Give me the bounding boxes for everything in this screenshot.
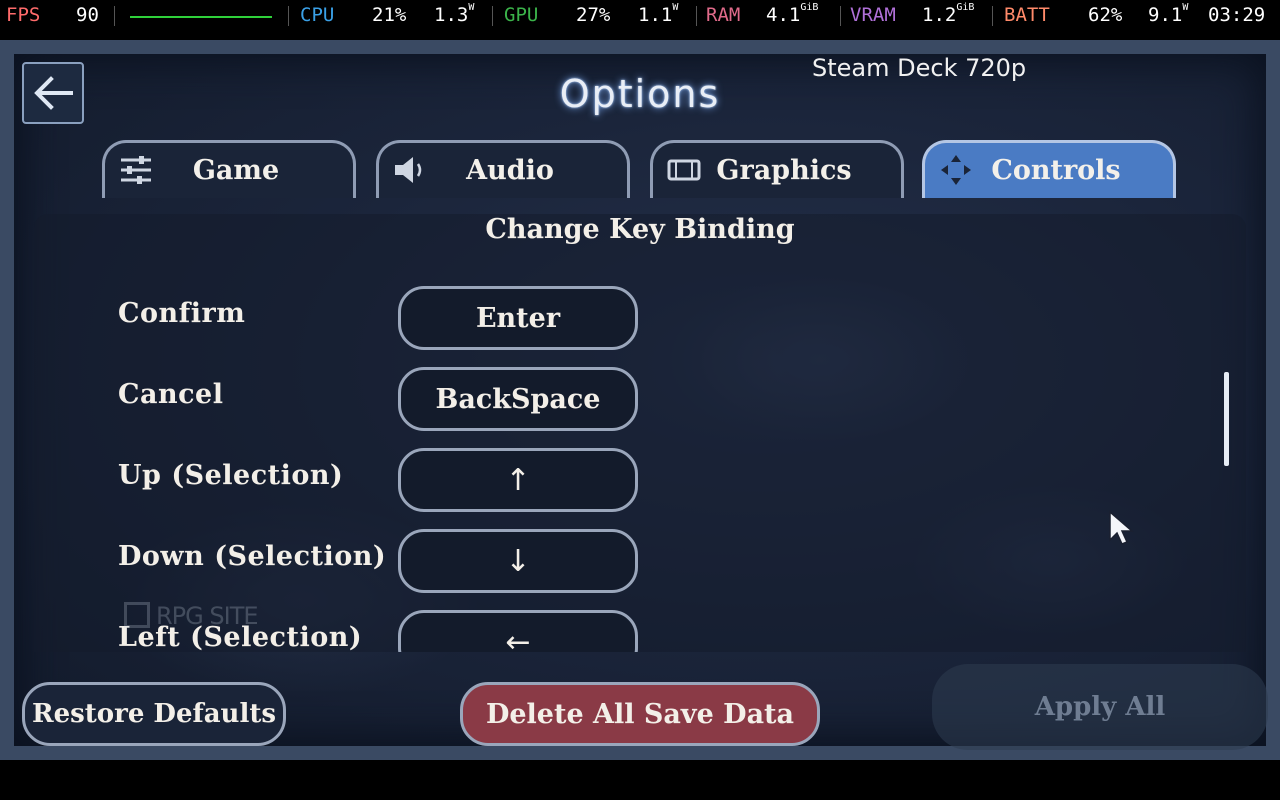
fps-label: FPS (6, 4, 41, 26)
apply-all-button[interactable]: Apply All (932, 664, 1268, 750)
tab-graphics[interactable]: Graphics (650, 140, 904, 198)
watermark: RPG SITE (124, 602, 259, 630)
binding-row-confirm: Confirm Enter (34, 286, 734, 350)
restore-defaults-button[interactable]: Restore Defaults (22, 682, 286, 746)
tab-game[interactable]: Game (102, 140, 356, 198)
key-button-down[interactable]: ↓ (398, 529, 638, 593)
vram-label: VRAM (850, 4, 896, 26)
ram-value: 4.1 (766, 4, 801, 26)
tab-audio[interactable]: Audio (376, 140, 630, 198)
key-button-cancel[interactable]: BackSpace (398, 367, 638, 431)
gpu-power-unit: W (672, 2, 679, 13)
action-label: Cancel (118, 379, 224, 410)
cpu-power-unit: W (468, 2, 475, 13)
ram-label: RAM (706, 4, 741, 26)
batt-label: BATT (1004, 4, 1050, 26)
cpu-load: 21% (372, 4, 407, 26)
scrollbar[interactable] (1224, 372, 1229, 466)
preset-label: Steam Deck 720p (812, 54, 1027, 82)
fps-value: 90 (76, 4, 99, 26)
ram-unit: GiB (800, 2, 819, 13)
gpu-load: 27% (576, 4, 611, 26)
page-title: Options (559, 72, 721, 116)
options-screen: Options Steam Deck 720p Game Audio Graph… (0, 40, 1280, 760)
tab-label-controls: Controls (991, 155, 1121, 186)
batt-percent: 62% (1088, 4, 1123, 26)
key-binding-panel: Change Key Binding Confirm Enter Cancel … (34, 214, 1246, 652)
gpu-label: GPU (504, 4, 539, 26)
cpu-label: CPU (300, 4, 335, 26)
vram-value: 1.2 (922, 4, 957, 26)
key-button-confirm[interactable]: Enter (398, 286, 638, 350)
clock: 03:29 (1208, 4, 1266, 26)
action-label: Confirm (118, 298, 246, 329)
key-button-up[interactable]: ↑ (398, 448, 638, 512)
action-label: Up (Selection) (118, 460, 344, 491)
vram-unit: GiB (956, 2, 975, 13)
cpu-power: 1.3 (434, 4, 469, 26)
tab-label-game: Game (192, 155, 280, 186)
key-button-left[interactable]: ← (398, 610, 638, 652)
action-label: Down (Selection) (118, 541, 387, 572)
binding-row-cancel: Cancel BackSpace (34, 367, 734, 431)
watermark-logo-icon (124, 602, 150, 628)
batt-power: 9.1 (1148, 4, 1183, 26)
tab-label-audio: Audio (466, 155, 554, 186)
mouse-cursor-icon (1109, 510, 1134, 545)
binding-row-up: Up (Selection) ↑ (34, 448, 734, 512)
tab-label-graphics: Graphics (716, 155, 852, 186)
performance-overlay: FPS 90 CPU 21% 1.3W GPU 27% 1.1W RAM 4.1… (0, 0, 1280, 32)
letterbox-bottom (0, 760, 1280, 800)
binding-row-down: Down (Selection) ↓ (34, 529, 734, 593)
section-title: Change Key Binding (485, 214, 795, 245)
fps-graph (130, 16, 272, 18)
tab-controls[interactable]: Controls (922, 140, 1176, 198)
delete-all-save-data-button[interactable]: Delete All Save Data (460, 682, 820, 746)
batt-power-unit: W (1182, 2, 1189, 13)
gpu-power: 1.1 (638, 4, 673, 26)
